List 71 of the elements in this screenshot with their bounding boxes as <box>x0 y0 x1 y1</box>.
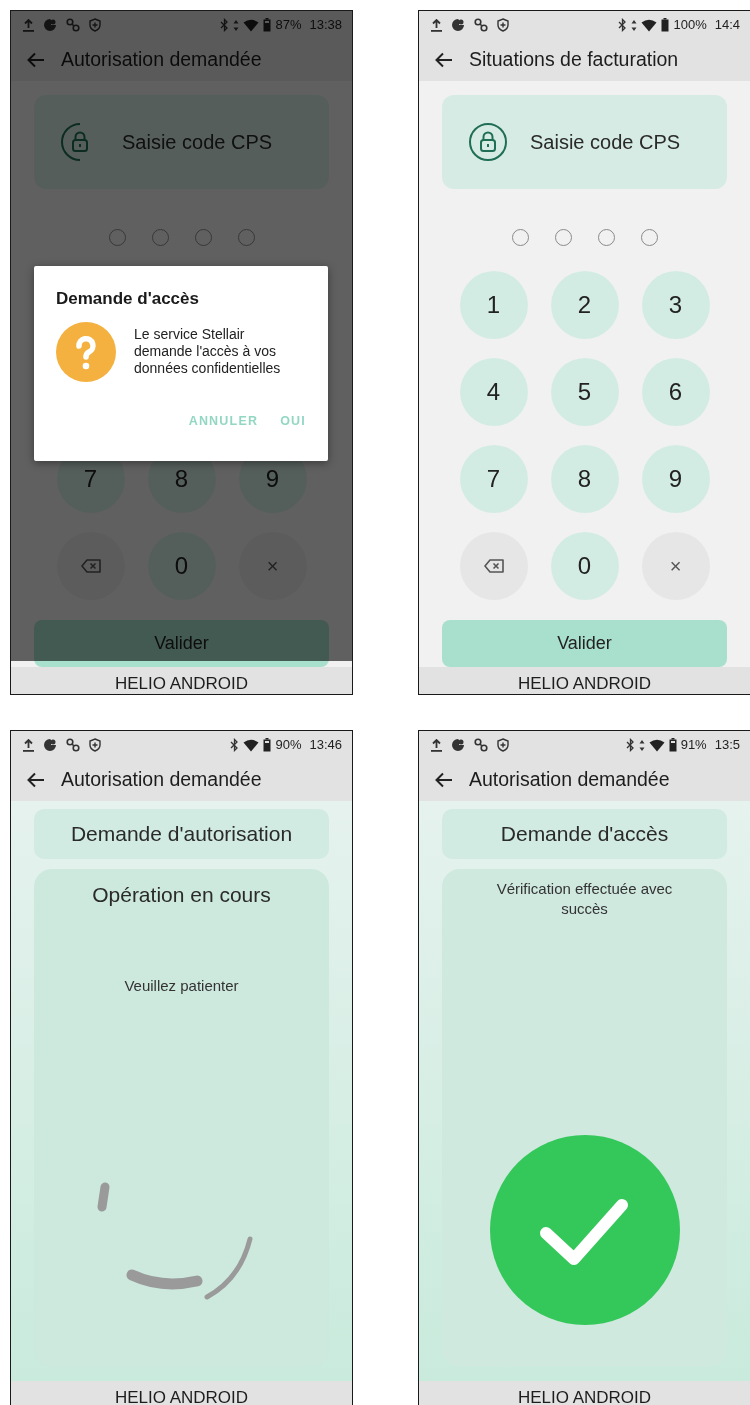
shield-icon <box>89 18 101 32</box>
bluetooth-icon <box>220 18 230 32</box>
bluetooth-icon <box>625 738 635 752</box>
link-icon <box>474 738 488 752</box>
wifi-icon <box>648 738 665 752</box>
upload-icon <box>23 738 34 752</box>
digit-key[interactable]: 2 <box>550 271 619 339</box>
card-title: Saisie code CPS <box>530 130 681 155</box>
data-arrows-icon <box>233 18 240 32</box>
caption-bar: HELIO ANDROID <box>419 667 750 694</box>
clock-time: 14:4 <box>714 16 740 35</box>
app-notification-icon <box>43 738 57 752</box>
screen-title: Autorisation demandée <box>469 767 670 793</box>
shield-icon <box>497 18 509 32</box>
upload-icon <box>431 738 442 752</box>
bluetooth-icon <box>230 738 240 752</box>
wifi-icon <box>243 738 260 752</box>
data-arrows-icon <box>631 18 638 32</box>
app-notification-icon <box>451 738 465 752</box>
battery-percentage: 87% <box>275 16 302 35</box>
caption-bar: HELIO ANDROID <box>419 1381 750 1405</box>
dialog-title: Demande d'accès <box>56 288 200 310</box>
digit-key[interactable]: 4 <box>459 358 528 426</box>
screen-title: Autorisation demandée <box>61 47 262 73</box>
card-title: Saisie code CPS <box>122 130 273 155</box>
question-icon <box>56 321 116 382</box>
digit-key[interactable]: 3 <box>641 271 710 339</box>
data-arrows-icon <box>638 738 645 752</box>
clear-key[interactable]: × <box>641 532 710 600</box>
battery-percentage: 90% <box>275 736 302 755</box>
digit-key[interactable]: 0 <box>550 532 619 600</box>
header-card: Demande d'autorisation <box>34 809 329 859</box>
success-check-icon <box>489 1135 680 1325</box>
shield-icon <box>89 738 101 752</box>
backspace-icon[interactable] <box>483 559 504 573</box>
link-icon <box>474 18 488 32</box>
back-icon[interactable] <box>435 52 453 68</box>
digit-key[interactable]: 5 <box>550 358 619 426</box>
upload-icon <box>431 18 442 32</box>
status-message: Veuillez patienter <box>124 975 239 996</box>
clock-time: 13:5 <box>714 736 740 755</box>
status-message: Vérification effectuée avec succès <box>495 879 674 918</box>
backspace-icon[interactable] <box>80 559 101 573</box>
wifi-icon <box>641 18 658 32</box>
header-card: Demande d'accès <box>442 809 727 859</box>
dialog-message: Le service Stellair demande l'accès à vos données confidentielles <box>134 326 282 377</box>
clock-time: 13:46 <box>309 736 342 755</box>
back-icon[interactable] <box>27 772 45 788</box>
digit-key[interactable]: 9 <box>641 445 710 513</box>
battery-percentage: 100% <box>673 16 707 35</box>
status-title: Opération en cours <box>92 882 271 908</box>
back-icon[interactable] <box>435 772 453 788</box>
shield-icon <box>497 738 509 752</box>
digit-key[interactable]: 6 <box>641 358 710 426</box>
clock-time: 13:38 <box>309 16 342 35</box>
link-icon <box>66 738 80 752</box>
link-icon <box>66 18 80 32</box>
battery-percentage: 91% <box>680 736 707 755</box>
digit-key[interactable]: 1 <box>459 271 528 339</box>
app-notification-icon <box>43 18 57 32</box>
validate-button[interactable]: Valider <box>442 620 727 667</box>
screen-title: Situations de facturation <box>469 47 679 73</box>
digit-key[interactable]: 7 <box>459 445 528 513</box>
bluetooth-icon <box>618 18 628 32</box>
caption-bar: HELIO ANDROID <box>11 667 352 694</box>
upload-icon <box>23 18 34 32</box>
wifi-icon <box>243 18 260 32</box>
caption-bar: HELIO ANDROID <box>11 1381 352 1405</box>
screen-title: Autorisation demandée <box>61 767 262 793</box>
app-notification-icon <box>451 18 465 32</box>
digit-key[interactable]: 8 <box>550 445 619 513</box>
